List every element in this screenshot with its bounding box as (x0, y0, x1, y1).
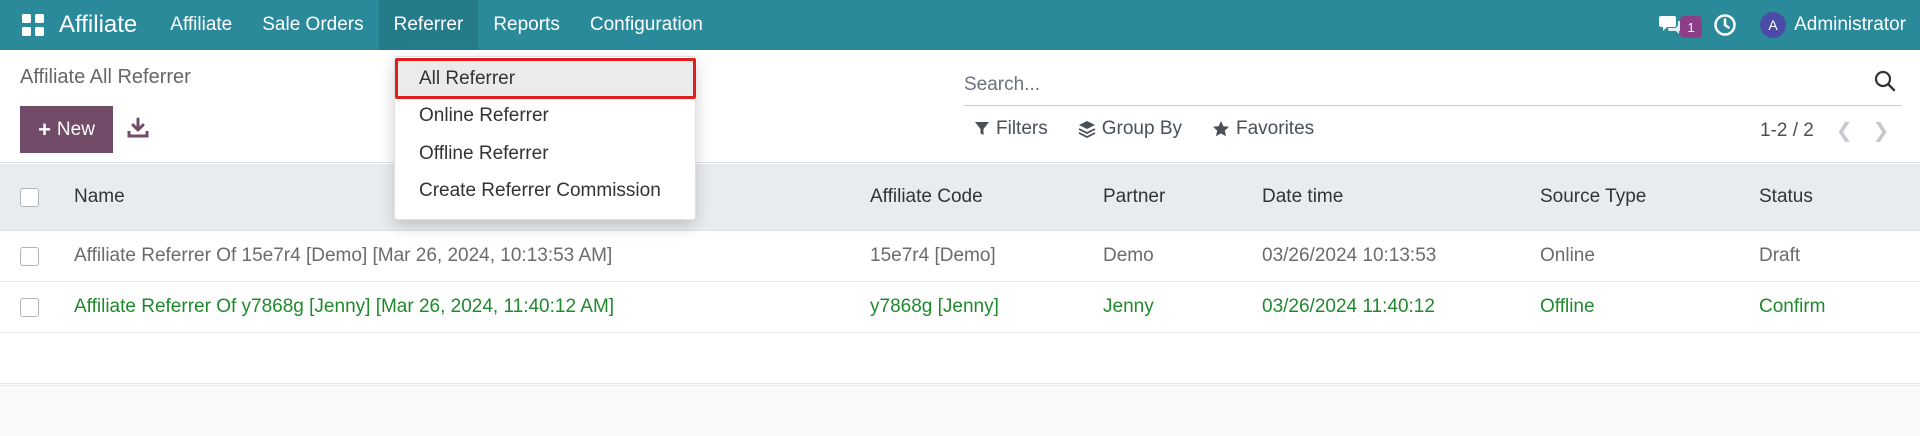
referrer-dropdown-menu: All Referrer Online Referrer Offline Ref… (394, 56, 696, 220)
dropdown-item-online-referrer[interactable]: Online Referrer (419, 105, 549, 127)
navbar-right: 1 A Administrator (1656, 0, 1906, 50)
new-button-label: New (56, 118, 95, 140)
cell-name: Affiliate Referrer Of 15e7r4 [Demo] [Mar… (74, 245, 613, 266)
dropdown-item-offline-referrer[interactable]: Offline Referrer (419, 143, 549, 165)
control-panel: Affiliate All Referrer + New Filters (0, 50, 1920, 163)
row-checkbox[interactable] (20, 297, 39, 317)
pager-value[interactable]: 1-2 / 2 (1760, 120, 1814, 142)
filter-icon (975, 122, 989, 135)
menu-sale-orders[interactable]: Sale Orders (247, 0, 378, 50)
filters-toggle[interactable]: Filters (974, 118, 1048, 140)
page-title: Affiliate All Referrer (20, 66, 191, 88)
search-icon[interactable] (1874, 70, 1898, 94)
column-partner[interactable]: Partner (1103, 186, 1165, 208)
cell-source-type: Online (1540, 245, 1595, 266)
menu-referrer[interactable]: Referrer (378, 0, 479, 50)
table-footer-area (0, 385, 1920, 436)
top-navbar: Affiliate Affiliate Sale Orders Referrer… (0, 0, 1920, 50)
dropdown-item-all-referrer[interactable]: All Referrer (419, 68, 515, 90)
search-options: Filters Group By Favorites (974, 118, 1314, 140)
cell-status: Draft (1759, 245, 1801, 266)
menu-configuration[interactable]: Configuration (575, 0, 718, 50)
column-name[interactable]: Name (74, 186, 125, 208)
menu-reports[interactable]: Reports (478, 0, 575, 50)
column-affiliate-code[interactable]: Affiliate Code (870, 186, 983, 208)
user-menu[interactable]: Administrator (1794, 14, 1906, 36)
row-checkbox[interactable] (20, 246, 39, 266)
plus-icon: + (38, 116, 51, 142)
pager-previous-icon[interactable]: ❮ (1836, 118, 1853, 143)
activity-clock-icon[interactable] (1712, 12, 1738, 38)
cell-affiliate-code: y7868g [Jenny] (870, 296, 999, 317)
new-button[interactable]: + New (20, 106, 113, 153)
pager: 1-2 / 2 ❮ ❯ (1760, 118, 1889, 143)
app-brand[interactable]: Affiliate (59, 11, 137, 39)
cell-partner: Jenny (1103, 296, 1154, 317)
empty-row (0, 333, 1920, 384)
search-bar (964, 60, 1902, 106)
chat-icon[interactable]: 1 (1656, 10, 1703, 40)
cell-date-time: 03/26/2024 10:13:53 (1262, 245, 1437, 266)
select-all-checkbox[interactable] (20, 187, 39, 207)
user-avatar[interactable]: A (1760, 12, 1787, 38)
table-header: Name Affiliate Code Partner Date time So… (0, 164, 1920, 231)
table-row[interactable]: Affiliate Referrer Of y7868g [Jenny] [Ma… (0, 282, 1920, 333)
cell-status: Confirm (1759, 296, 1826, 317)
cell-affiliate-code: 15e7r4 [Demo] (870, 245, 996, 266)
favorites-toggle[interactable]: Favorites (1212, 118, 1314, 140)
column-status[interactable]: Status (1759, 186, 1813, 208)
chat-badge: 1 (1680, 16, 1703, 38)
dropdown-item-create-referrer-commission[interactable]: Create Referrer Commission (419, 180, 661, 202)
groupby-toggle[interactable]: Group By (1078, 118, 1182, 140)
apps-grid-icon[interactable] (19, 11, 47, 39)
list-view: Name Affiliate Code Partner Date time So… (0, 164, 1920, 384)
filters-label: Filters (996, 118, 1048, 139)
cell-source-type: Offline (1540, 296, 1595, 317)
cell-name: Affiliate Referrer Of y7868g [Jenny] [Ma… (74, 296, 615, 317)
pager-next-icon[interactable]: ❯ (1873, 118, 1890, 143)
star-icon (1213, 121, 1229, 137)
cell-partner: Demo (1103, 245, 1154, 266)
favorites-label: Favorites (1236, 118, 1315, 139)
download-icon[interactable] (127, 117, 149, 139)
menu-affiliate[interactable]: Affiliate (155, 0, 247, 50)
search-input[interactable] (964, 70, 1824, 100)
cell-date-time: 03/26/2024 11:40:12 (1262, 296, 1435, 317)
column-date-time[interactable]: Date time (1262, 186, 1343, 208)
groupby-label: Group By (1101, 118, 1182, 139)
layers-icon (1078, 121, 1096, 138)
table-row[interactable]: Affiliate Referrer Of 15e7r4 [Demo] [Mar… (0, 231, 1920, 282)
column-source-type[interactable]: Source Type (1540, 186, 1646, 208)
